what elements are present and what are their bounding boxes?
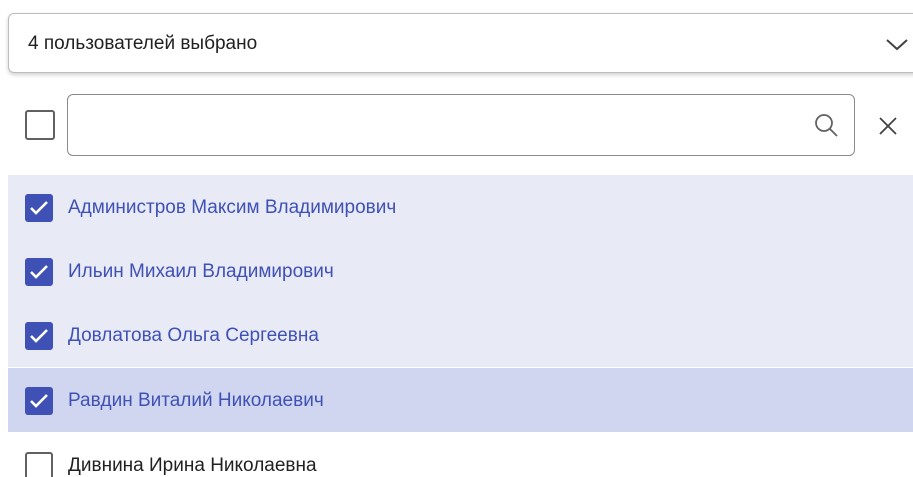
list-item[interactable]: Администров Максим Владимирович: [8, 175, 913, 239]
check-icon: [30, 394, 48, 408]
list-item[interactable]: Довлатова Ольга Сергеевна: [8, 303, 913, 367]
user-checkbox[interactable]: [25, 322, 53, 350]
user-name: Администров Максим Владимирович: [68, 197, 397, 218]
user-name: Довлатова Ольга Сергеевна: [68, 325, 319, 346]
user-name: Ильин Михаил Владимирович: [68, 261, 334, 282]
user-list: Администров Максим Владимирович Ильин Ми…: [8, 175, 913, 477]
check-icon: [30, 329, 48, 343]
check-icon: [30, 265, 48, 279]
check-icon: [30, 201, 48, 215]
chevron-down-icon[interactable]: [884, 34, 910, 54]
search-field: [67, 94, 855, 156]
list-item[interactable]: Дивнина Ирина Николаевна: [8, 433, 913, 477]
user-name: Дивнина Ирина Николаевна: [68, 455, 317, 476]
user-checkbox[interactable]: [25, 452, 53, 477]
selected-count-label: 4 пользователей выбрано: [28, 33, 258, 54]
user-checkbox[interactable]: [25, 387, 53, 415]
close-icon[interactable]: [876, 114, 900, 138]
user-multiselect: 4 пользователей выбрано Администров Макс…: [0, 0, 913, 477]
select-all-checkbox[interactable]: [25, 110, 55, 140]
list-item[interactable]: Ильин Михаил Владимирович: [8, 239, 913, 303]
list-item[interactable]: Равдин Виталий Николаевич: [8, 368, 913, 432]
users-select-dropdown[interactable]: 4 пользователей выбрано: [8, 13, 913, 73]
user-checkbox[interactable]: [25, 194, 53, 222]
search-icon[interactable]: [813, 112, 839, 138]
user-checkbox[interactable]: [25, 258, 53, 286]
search-input[interactable]: [78, 103, 802, 149]
user-name: Равдин Виталий Николаевич: [68, 390, 324, 411]
